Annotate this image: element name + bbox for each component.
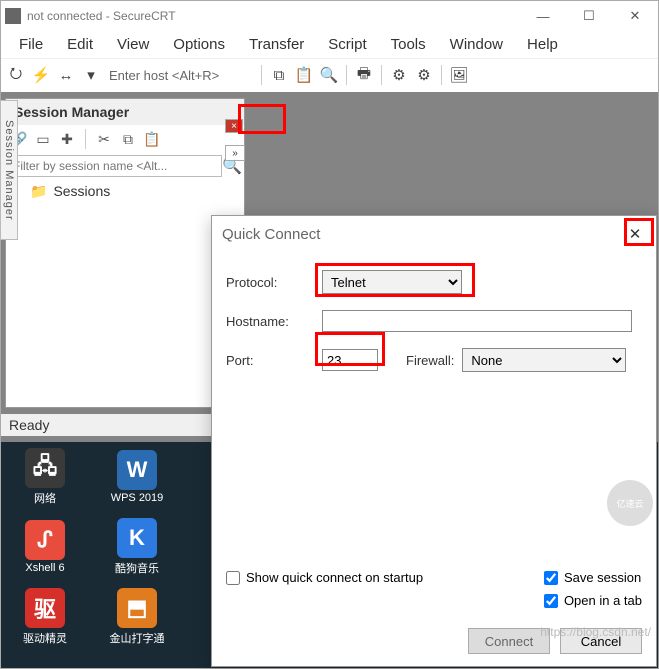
- quick-connect-dialog: Quick Connect ✕ Protocol: Telnet Hostnam…: [211, 215, 657, 667]
- menu-window[interactable]: Window: [438, 33, 515, 56]
- toolbar-separator: [381, 65, 382, 85]
- open-in-tab-label: Open in a tab: [564, 593, 642, 608]
- menu-tools[interactable]: Tools: [379, 33, 438, 56]
- image-icon[interactable]: 🖼: [448, 64, 470, 86]
- desktop-label: 驱动精灵: [23, 630, 67, 646]
- dialog-titlebar: Quick Connect ✕: [212, 216, 656, 252]
- desktop-label: 金山打字通: [110, 630, 165, 646]
- toolbar: ⭮ ⚡ ↔ ▾ Enter host <Alt+R> ⧉ 📋 🔍 🖶 ⚙ ⚙ 🖼: [1, 59, 658, 91]
- folder-icon: 📁: [30, 183, 47, 199]
- xshell-icon: ᔑ: [25, 520, 65, 560]
- session-manager-title: Session Manager: [6, 99, 244, 125]
- menu-view[interactable]: View: [105, 33, 161, 56]
- sessions-node[interactable]: Sessions: [53, 183, 110, 199]
- dialog-title: Quick Connect: [222, 226, 320, 243]
- host-input[interactable]: Enter host <Alt+R>: [105, 68, 255, 83]
- desktop-item[interactable]: K 酷狗音乐: [103, 518, 171, 576]
- wps-icon: W: [117, 450, 157, 490]
- hostname-label: Hostname:: [226, 314, 314, 329]
- desktop-item[interactable]: W WPS 2019: [103, 450, 171, 504]
- desktop-label: Xshell 6: [25, 562, 64, 574]
- sm-paste-icon[interactable]: 📋: [143, 130, 161, 148]
- sm-copy-icon[interactable]: ⧉: [119, 130, 137, 148]
- sm-cut-icon[interactable]: ✂: [95, 130, 113, 148]
- session-manager-toolbar: 🔗 ▭ ✚ ✂ ⧉ 📋: [6, 125, 244, 153]
- menu-file[interactable]: File: [7, 33, 55, 56]
- connect-button[interactable]: Connect: [468, 628, 550, 654]
- print-icon[interactable]: 🖶: [353, 64, 375, 86]
- sessionopts-icon[interactable]: ⚙: [413, 64, 435, 86]
- desktop-item[interactable]: ⬒ 金山打字通: [103, 588, 171, 646]
- sm-new-icon[interactable]: ✚: [58, 130, 76, 148]
- show-on-startup-box[interactable]: [226, 571, 240, 585]
- session-filter-input[interactable]: [8, 155, 222, 177]
- toolbar-separator: [346, 65, 347, 85]
- titlebar: not connected - SecureCRT — ☐ ✕: [1, 1, 658, 31]
- protocol-label: Protocol:: [226, 275, 314, 290]
- kugou-icon: K: [117, 518, 157, 558]
- minimize-button[interactable]: —: [520, 1, 566, 31]
- app-icon: [5, 8, 21, 24]
- find-icon[interactable]: 🔍: [318, 64, 340, 86]
- menu-script[interactable]: Script: [316, 33, 378, 56]
- watermark-badge: 亿速云: [607, 480, 653, 526]
- menu-help[interactable]: Help: [515, 33, 570, 56]
- status-text: Ready: [9, 417, 49, 433]
- hostname-input[interactable]: [322, 310, 632, 332]
- connect-bar-icon[interactable]: ↔: [55, 64, 77, 86]
- port-label: Port:: [226, 353, 314, 368]
- sm-close-button[interactable]: ×: [225, 119, 243, 133]
- toolbar-separator: [261, 65, 262, 85]
- desktop-label: 酷狗音乐: [115, 560, 159, 576]
- cancel-button[interactable]: Cancel: [560, 628, 642, 654]
- desktop-item[interactable]: ᔑ Xshell 6: [11, 520, 79, 574]
- open-in-tab-checkbox[interactable]: Open in a tab: [544, 593, 642, 608]
- port-input[interactable]: [322, 349, 378, 371]
- save-session-checkbox[interactable]: Save session: [544, 570, 642, 585]
- typing-icon: ⬒: [117, 588, 157, 628]
- network-icon: 🖧: [25, 448, 65, 488]
- firewall-label: Firewall:: [406, 353, 454, 368]
- status-bar: Ready: [1, 414, 211, 436]
- window-title: not connected - SecureCRT: [27, 9, 520, 23]
- copy-icon[interactable]: ⧉: [268, 64, 290, 86]
- firewall-select[interactable]: None: [462, 348, 626, 372]
- sm-aux-buttons: × »: [225, 111, 247, 161]
- driver-icon: 驱: [25, 588, 65, 628]
- menu-transfer[interactable]: Transfer: [237, 33, 316, 56]
- paste-icon[interactable]: 📋: [293, 64, 315, 86]
- protocol-select[interactable]: Telnet: [322, 270, 462, 294]
- toolbar-separator: [441, 65, 442, 85]
- options-icon[interactable]: ⚙: [388, 64, 410, 86]
- maximize-button[interactable]: ☐: [566, 1, 612, 31]
- reconnect-icon[interactable]: ⭮: [5, 64, 27, 86]
- toolbar-separator: [85, 129, 86, 149]
- show-on-startup-checkbox[interactable]: Show quick connect on startup: [226, 570, 423, 585]
- session-manager-sidetab[interactable]: Session Manager: [0, 100, 18, 240]
- menu-options[interactable]: Options: [161, 33, 237, 56]
- sm-tab-icon[interactable]: ▭: [34, 130, 52, 148]
- save-session-label: Save session: [564, 570, 641, 585]
- menubar: File Edit View Options Transfer Script T…: [1, 31, 658, 59]
- dropdown-icon[interactable]: ▾: [80, 64, 102, 86]
- session-filter-row: 🔍: [6, 153, 244, 179]
- session-tree[interactable]: 📁 Sessions: [6, 179, 244, 204]
- desktop-label: WPS 2019: [111, 492, 164, 504]
- window-close-button[interactable]: ✕: [612, 1, 658, 31]
- show-on-startup-label: Show quick connect on startup: [246, 570, 423, 585]
- save-session-box[interactable]: [544, 571, 558, 585]
- desktop-item[interactable]: 驱 驱动精灵: [11, 588, 79, 646]
- sm-more-button[interactable]: »: [225, 145, 245, 161]
- menu-edit[interactable]: Edit: [55, 33, 105, 56]
- open-in-tab-box[interactable]: [544, 594, 558, 608]
- close-icon[interactable]: ✕: [624, 223, 646, 245]
- desktop-item[interactable]: 🖧 网络: [11, 448, 79, 506]
- session-manager-panel: Session Manager 🔗 ▭ ✚ ✂ ⧉ 📋 🔍 📁 Sessions: [5, 98, 245, 408]
- desktop-label: 网络: [34, 490, 56, 506]
- quickconnect-icon[interactable]: ⚡: [30, 64, 52, 86]
